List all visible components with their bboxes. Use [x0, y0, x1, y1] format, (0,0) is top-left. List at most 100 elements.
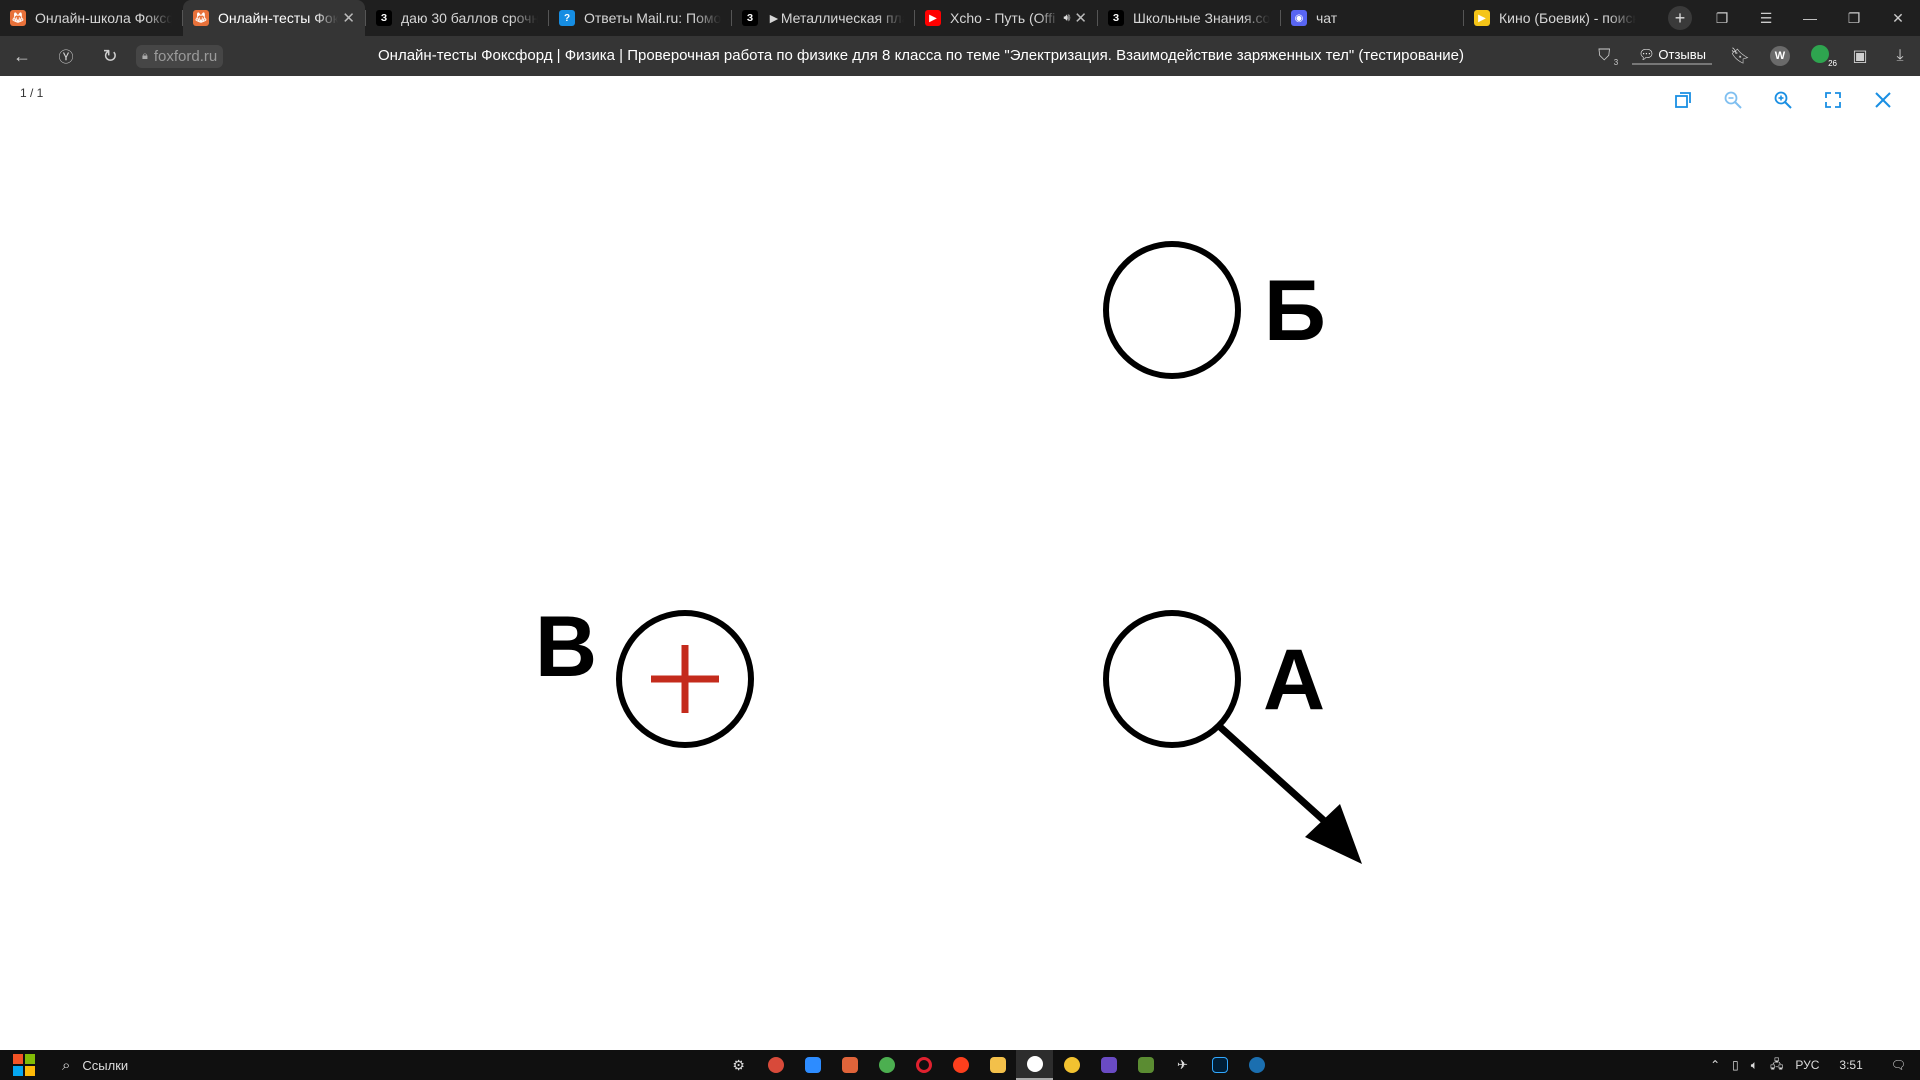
label-b: Б — [1264, 263, 1326, 359]
collections-icon[interactable]: ▣ — [1840, 46, 1880, 66]
fullscreen-icon[interactable] — [1808, 86, 1858, 114]
tab-title: Кино (Боевик) - поиск — [1499, 10, 1636, 26]
tab-title: Онлайн-школа Фоксф — [35, 10, 172, 26]
clock[interactable]: 3:51 — [1825, 1058, 1876, 1072]
battery-icon[interactable]: ▯ — [1726, 1058, 1745, 1072]
force-arrow-shaft — [1216, 723, 1333, 829]
tab-5[interactable]: ▶ Xcho - Путь (Offi 🔊︎ ✕ — [915, 0, 1097, 36]
tab-7[interactable]: ◉ чат — [1281, 0, 1463, 36]
tab-1[interactable]: 🦊︎ Онлайн-тесты Фокс ✕ — [183, 0, 365, 36]
app-icon-red[interactable] — [757, 1050, 794, 1080]
app-icon-plane[interactable]: ✈ — [1164, 1050, 1201, 1080]
tab-title: ►Металлическая пла — [767, 10, 904, 26]
tab-title: Ответы Mail.ru: Помо — [584, 10, 721, 26]
minecraft-icon[interactable] — [1127, 1050, 1164, 1080]
tab-4[interactable]: З ►Металлическая пла — [732, 0, 914, 36]
yandex-icon[interactable] — [942, 1050, 979, 1080]
znanija-icon: З — [1108, 10, 1124, 26]
copy-icon[interactable] — [1658, 86, 1708, 114]
window-close-button[interactable]: ✕ — [1876, 10, 1920, 27]
volume-icon[interactable]: 🔈︎ — [1745, 1058, 1764, 1073]
taskbar-search[interactable]: ⌕ Ссылки — [62, 1057, 128, 1074]
ball-b — [1103, 241, 1241, 379]
reviews-button[interactable]: 💬︎ Отзывы — [1632, 47, 1712, 65]
photoshop-icon[interactable] — [1201, 1050, 1238, 1080]
extension-w[interactable]: W — [1760, 46, 1800, 66]
tab-close-icon[interactable]: ✕ — [342, 9, 355, 27]
yandex-browser-icon[interactable] — [1016, 1050, 1053, 1080]
opera-icon[interactable] — [905, 1050, 942, 1080]
app-icon-purple[interactable] — [1090, 1050, 1127, 1080]
windows-icon — [13, 1054, 35, 1076]
address-tools: ⛉ 3 💬︎ Отзывы 🔖︎ W 26 ▣ ⤓ — [1584, 36, 1920, 76]
label-v: В — [535, 599, 597, 695]
minimize-button[interactable]: — — [1788, 10, 1832, 26]
extension-w-label: W — [1770, 46, 1790, 66]
tab-bar: 🦊︎ Онлайн-школа Фоксф 🦊︎ Онлайн-тесты Фокс ✕… — [0, 0, 1920, 36]
taskbar-apps: ⚙ ✈ — [720, 1050, 1275, 1080]
tab-6[interactable]: З Школьные Знания.com — [1098, 0, 1280, 36]
tab-3[interactable]: ? Ответы Mail.ru: Помо — [549, 0, 731, 36]
domain-chip[interactable]: 🔒︎ foxford.ru — [136, 44, 224, 68]
tab-0[interactable]: 🦊︎ Онлайн-школа Фоксф — [0, 0, 182, 36]
network-icon[interactable]: 🖧︎ — [1764, 1055, 1789, 1076]
tab-title: чат — [1316, 10, 1338, 26]
taskbar: ⌕ Ссылки ⚙ ✈ ⌃ ▯ 🔈︎ 🖧︎ РУС 3:51 🗨︎ — [0, 1050, 1920, 1080]
language-indicator[interactable]: РУС — [1789, 1058, 1825, 1072]
domain-text: foxford.ru — [153, 47, 218, 65]
window-controls: ❐ ☰ — ❐ ✕ — [1700, 0, 1920, 36]
speaker-icon[interactable]: 🔊︎ — [1063, 12, 1070, 25]
image-viewer: Б В А 1 / 1 — [0, 76, 1920, 1050]
mail-answers-icon: ? — [559, 10, 575, 26]
new-tab-button[interactable]: + — [1668, 6, 1692, 30]
steam-icon[interactable] — [1238, 1050, 1275, 1080]
yandex-home-icon[interactable]: Ⓨ — [44, 36, 88, 76]
bookmark-icon[interactable]: 🔖︎ — [1720, 46, 1760, 66]
tab-close-icon[interactable]: ✕ — [1074, 9, 1087, 27]
tab-title: Школьные Знания.com — [1133, 10, 1270, 26]
protect-icon[interactable]: ⛉ 3 — [1584, 47, 1624, 67]
start-button[interactable] — [0, 1050, 48, 1080]
extension-badge: 26 — [1828, 58, 1837, 68]
zoom-in-icon[interactable] — [1758, 86, 1808, 114]
tab-manager-icon[interactable]: ❐ — [1700, 10, 1744, 27]
fox-icon: 🦊︎ — [193, 10, 209, 26]
settings-icon[interactable]: ⚙ — [720, 1050, 757, 1080]
reload-button[interactable]: ↻ — [88, 36, 132, 76]
extension-shield[interactable]: 26 — [1800, 44, 1840, 68]
page-title[interactable]: Онлайн-тесты Фоксфорд | Физика | Проверо… — [378, 36, 1464, 76]
menu-icon[interactable]: ☰ — [1744, 10, 1788, 27]
tab-2[interactable]: Здаю 30 баллов срочн — [366, 0, 548, 36]
downloads-icon[interactable]: ⤓ — [1880, 47, 1920, 65]
back-button[interactable]: ← — [0, 36, 44, 76]
tab-title: Онлайн-тесты Фокс — [218, 10, 339, 26]
youtube-icon: ▶ — [925, 10, 941, 26]
taskbar-search-label: Ссылки — [82, 1057, 129, 1073]
system-tray: ⌃ ▯ 🔈︎ 🖧︎ РУС 3:51 🗨︎ — [1704, 1050, 1920, 1080]
znanija-icon: З — [742, 10, 758, 26]
zoom-out-icon[interactable] — [1708, 86, 1758, 114]
viewer-toolbar — [1658, 86, 1908, 114]
address-bar: ← Ⓨ ↻ 🔒︎ foxford.ru Онлайн-тесты Фоксфор… — [0, 36, 1920, 76]
tab-title: даю 30 баллов срочн — [401, 10, 538, 26]
fox-icon: 🦊︎ — [10, 10, 26, 26]
protect-count: 3 — [1613, 58, 1619, 67]
label-a: А — [1263, 632, 1325, 728]
app-icon-green[interactable] — [868, 1050, 905, 1080]
plus-sign — [651, 645, 719, 713]
kinopoisk-icon: ▶ — [1474, 10, 1490, 26]
shield-icon: 26 — [1811, 44, 1837, 68]
app-icon-orange[interactable] — [831, 1050, 868, 1080]
notifications-icon[interactable]: 🗨︎ — [1877, 1058, 1920, 1072]
close-icon[interactable] — [1858, 86, 1908, 114]
page-counter: 1 / 1 — [20, 86, 44, 100]
physics-figure: Б В А — [535, 241, 1362, 864]
chevron-up-icon[interactable]: ⌃ — [1704, 1058, 1726, 1072]
tab-8[interactable]: ▶ Кино (Боевик) - поиск — [1464, 0, 1646, 36]
app-icon-yellow[interactable] — [1053, 1050, 1090, 1080]
tab-title: Xcho - Путь (Offi — [950, 10, 1056, 26]
zoom-app-icon[interactable] — [794, 1050, 831, 1080]
restore-button[interactable]: ❐ — [1832, 10, 1876, 27]
file-explorer-icon[interactable] — [979, 1050, 1016, 1080]
lock-icon: 🔒︎ — [142, 49, 148, 62]
